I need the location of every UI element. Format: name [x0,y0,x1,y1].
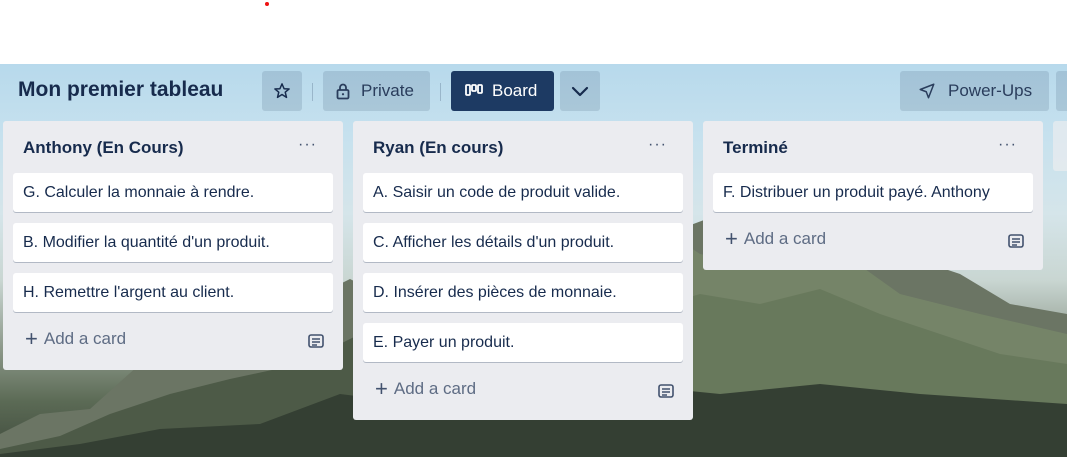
list-ryan: Ryan (En cours) ··· A. Saisir un code de… [353,121,693,420]
add-card-button[interactable]: + Add a card [25,326,127,351]
powerups-label: Power-Ups [948,81,1033,100]
add-card-button[interactable]: + Add a card [375,376,477,401]
card[interactable]: G. Calculer la monnaie à rendre. [13,173,333,212]
list-menu-icon[interactable]: ··· [298,136,317,154]
list-title[interactable]: Ryan (En cours) [373,138,503,158]
card[interactable]: E. Payer un produit. [363,323,683,362]
star-icon [274,83,290,99]
add-card-label: Add a card [743,229,827,248]
cursor-dot [265,2,269,6]
card[interactable]: F. Distribuer un produit payé. Anthony [713,173,1033,212]
view-switcher-dropdown[interactable] [560,71,600,111]
card[interactable]: A. Saisir un code de produit valide. [363,173,683,212]
add-card-row: + Add a card [713,223,1033,261]
star-button[interactable] [262,71,302,111]
powerups-button[interactable]: Power-Ups [900,71,1049,111]
board-view-label: Board [492,81,538,100]
lock-icon [336,83,350,100]
top-whitespace [0,0,1067,64]
add-card-row: + Add a card [363,373,683,411]
plus-icon: + [725,226,738,251]
board-menu-button-partial[interactable] [1056,71,1067,111]
plus-icon: + [25,326,38,351]
list-anthony: Anthony (En Cours) ··· G. Calculer la mo… [3,121,343,370]
board-view-button[interactable]: Board [451,71,554,111]
list-title[interactable]: Anthony (En Cours) [23,138,184,158]
card[interactable]: H. Remettre l'argent au client. [13,273,333,312]
card[interactable]: D. Insérer des pièces de monnaie. [363,273,683,312]
rocket-icon [919,83,935,99]
list-header: Anthony (En Cours) ··· [13,121,333,173]
card-template-icon[interactable] [657,382,675,400]
list-title[interactable]: Terminé [723,138,788,158]
add-card-label: Add a card [43,329,127,348]
list-header: Ryan (En cours) ··· [363,121,683,173]
card[interactable]: C. Afficher les détails d'un produit. [363,223,683,262]
visibility-button[interactable]: Private [323,71,430,111]
visibility-label: Private [361,81,414,100]
list-termine: Terminé ··· F. Distribuer un produit pay… [703,121,1043,270]
list-header: Terminé ··· [713,121,1033,173]
list-menu-icon[interactable]: ··· [648,136,667,154]
board-canvas: Mon premier tableau Private Board Power-… [0,64,1067,457]
board-header: Mon premier tableau Private Board Power-… [0,64,1067,119]
card-template-icon[interactable] [307,332,325,350]
header-divider [312,83,313,101]
board-icon [465,84,483,96]
card-template-icon[interactable] [1007,232,1025,250]
card[interactable]: B. Modifier la quantité d'un produit. [13,223,333,262]
add-card-row: + Add a card [13,323,333,361]
add-card-label: Add a card [393,379,477,398]
add-card-button[interactable]: + Add a card [725,226,827,251]
list-menu-icon[interactable]: ··· [998,136,1017,154]
board-title[interactable]: Mon premier tableau [18,78,223,102]
plus-icon: + [375,376,388,401]
add-list-button-partial[interactable] [1053,121,1067,171]
header-divider [440,83,441,101]
chevron-down-icon [571,86,589,97]
